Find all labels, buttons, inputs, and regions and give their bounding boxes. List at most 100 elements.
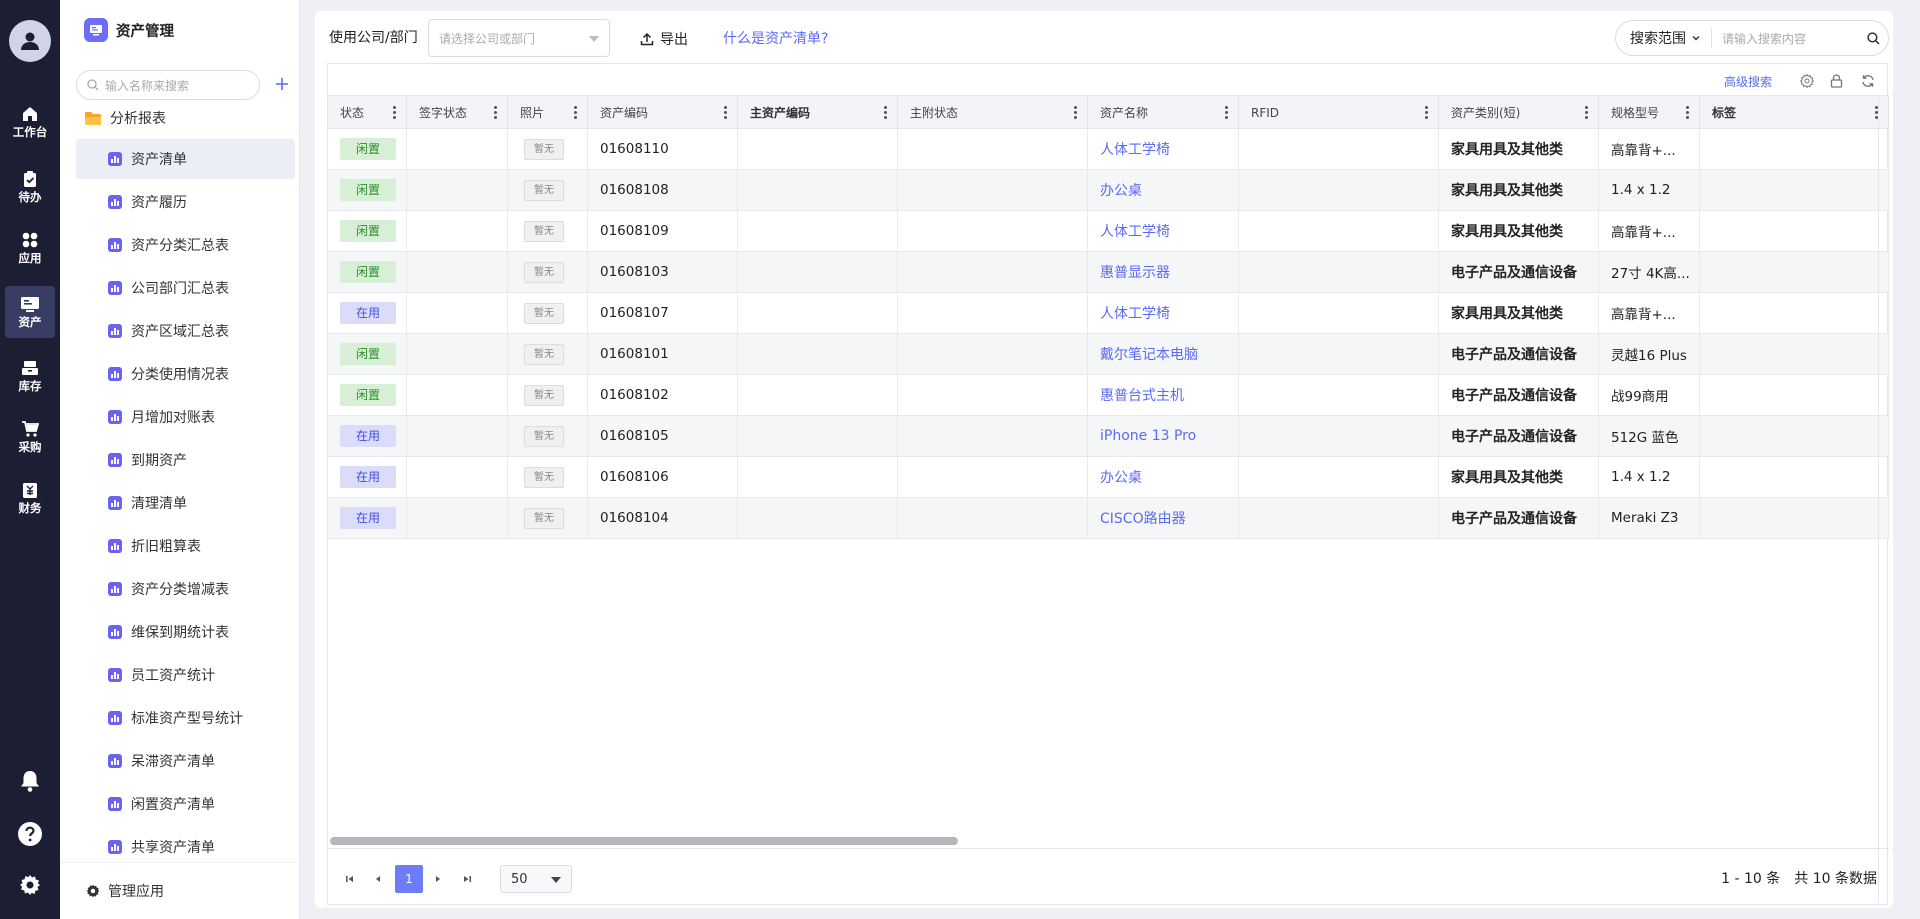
table-cell[interactable]: 办公桌: [1088, 457, 1239, 497]
help-button[interactable]: [15, 819, 45, 849]
sidebar-item[interactable]: 资产分类汇总表: [76, 225, 295, 265]
sidebar-item[interactable]: 资产区域汇总表: [76, 311, 295, 351]
sidebar-item[interactable]: 折旧粗算表: [76, 526, 295, 566]
search-scope-dropdown[interactable]: 搜索范围: [1616, 28, 1712, 48]
column-header[interactable]: 照片: [508, 96, 588, 129]
next-page-button[interactable]: [424, 865, 452, 893]
nav-item-inventory[interactable]: 库存: [5, 350, 55, 402]
sidebar-item[interactable]: 公司部门汇总表: [76, 268, 295, 308]
avatar[interactable]: [9, 20, 51, 62]
page-number-current[interactable]: 1: [395, 865, 423, 893]
column-header[interactable]: 标签: [1700, 96, 1889, 129]
page-size-select[interactable]: 50: [500, 865, 572, 893]
sidebar-item[interactable]: 到期资产: [76, 440, 295, 480]
sidebar-item[interactable]: 资产清单: [76, 139, 295, 179]
column-menu-icon[interactable]: [494, 106, 497, 119]
what-is-asset-list-link[interactable]: 什么是资产清单?: [723, 28, 828, 50]
table-cell[interactable]: 人体工学椅: [1088, 211, 1239, 251]
table-row[interactable]: 在用 暂无 01608104 CISCO路由器 电子产品及通信设备 Meraki Z3: [328, 498, 1889, 539]
column-header[interactable]: 资产名称: [1088, 96, 1239, 129]
company-dept-select[interactable]: 请选择公司或部门: [428, 19, 610, 57]
table-cell[interactable]: iPhone 13 Pro: [1088, 416, 1239, 456]
table-row[interactable]: 闲置 暂无 01608101 戴尔笔记本电脑 电子产品及通信设备 灵越16 Plus: [328, 334, 1889, 375]
sidebar-item[interactable]: 清理清单: [76, 483, 295, 523]
column-settings-button[interactable]: [1800, 74, 1814, 88]
refresh-button[interactable]: [1861, 74, 1875, 88]
search-input[interactable]: 请输入搜索内容: [1712, 30, 1858, 47]
manage-apps-button[interactable]: 管理应用: [60, 862, 300, 919]
folder-analysis-reports[interactable]: 分析报表: [84, 106, 166, 130]
column-menu-icon[interactable]: [1225, 106, 1228, 119]
table-row[interactable]: 闲置 暂无 01608108 办公桌 家具用具及其他类 1.4 x 1.2: [328, 170, 1889, 211]
scrollbar-thumb[interactable]: [330, 837, 958, 845]
sidebar-item[interactable]: 标准资产型号统计: [76, 698, 295, 738]
asset-name-link[interactable]: 惠普台式主机: [1100, 385, 1184, 405]
table-cell[interactable]: 办公桌: [1088, 170, 1239, 210]
nav-item-purchase[interactable]: 采购: [5, 411, 55, 463]
asset-name-link[interactable]: 人体工学椅: [1100, 139, 1170, 159]
sidebar-item[interactable]: 资产履历: [76, 182, 295, 222]
asset-name-link[interactable]: CISCO路由器: [1100, 508, 1186, 528]
asset-name-link[interactable]: 戴尔笔记本电脑: [1100, 344, 1198, 364]
column-header[interactable]: 状态: [328, 96, 407, 129]
asset-name-link[interactable]: 办公桌: [1100, 180, 1142, 200]
asset-name-link[interactable]: 惠普显示器: [1100, 262, 1170, 282]
nav-item-todo[interactable]: 待办: [5, 161, 55, 213]
table-cell[interactable]: 人体工学椅: [1088, 293, 1239, 333]
sidebar-item[interactable]: 闲置资产清单: [76, 784, 295, 824]
advanced-search-link[interactable]: 高级搜索: [1724, 73, 1772, 90]
column-menu-icon[interactable]: [724, 106, 727, 119]
search-button[interactable]: [1858, 31, 1888, 45]
column-menu-icon[interactable]: [1074, 106, 1077, 119]
asset-name-link[interactable]: iPhone 13 Pro: [1100, 428, 1196, 444]
sidebar-item[interactable]: 维保到期统计表: [76, 612, 295, 652]
table-cell[interactable]: 惠普显示器: [1088, 252, 1239, 292]
column-header[interactable]: 资产类别(短): [1439, 96, 1599, 129]
table-cell[interactable]: 惠普台式主机: [1088, 375, 1239, 415]
table-row[interactable]: 闲置 暂无 01608110 人体工学椅 家具用具及其他类 高靠背+...: [328, 129, 1889, 170]
table-cell[interactable]: CISCO路由器: [1088, 498, 1239, 538]
asset-name-link[interactable]: 人体工学椅: [1100, 221, 1170, 241]
asset-name-link[interactable]: 办公桌: [1100, 467, 1142, 487]
column-header[interactable]: 签字状态: [407, 96, 508, 129]
column-menu-icon[interactable]: [1585, 106, 1588, 119]
table-row[interactable]: 闲置 暂无 01608109 人体工学椅 家具用具及其他类 高靠背+...: [328, 211, 1889, 252]
table-cell[interactable]: 戴尔笔记本电脑: [1088, 334, 1239, 374]
nav-item-workbench[interactable]: 工作台: [5, 96, 55, 148]
table-row[interactable]: 闲置 暂无 01608102 惠普台式主机 电子产品及通信设备 战99商用: [328, 375, 1889, 416]
column-menu-icon[interactable]: [1686, 106, 1689, 119]
add-report-button[interactable]: [272, 74, 292, 94]
column-menu-icon[interactable]: [1425, 106, 1428, 119]
table-row[interactable]: 在用 暂无 01608105 iPhone 13 Pro 电子产品及通信设备 512G 蓝…: [328, 416, 1889, 457]
nav-item-apps[interactable]: 应用: [5, 222, 55, 274]
column-menu-icon[interactable]: [574, 106, 577, 119]
column-menu-icon[interactable]: [884, 106, 887, 119]
nav-item-assets[interactable]: 资产: [5, 286, 55, 338]
nav-item-finance[interactable]: 财务: [5, 472, 55, 524]
table-cell[interactable]: 人体工学椅: [1088, 129, 1239, 169]
sidebar-item[interactable]: 月增加对账表: [76, 397, 295, 437]
sidebar-item[interactable]: 资产分类增减表: [76, 569, 295, 609]
prev-page-button[interactable]: [364, 865, 392, 893]
lock-button[interactable]: [1830, 74, 1843, 88]
column-header[interactable]: 主附状态: [898, 96, 1088, 129]
settings-button[interactable]: [15, 870, 45, 900]
sidebar-search-input[interactable]: 输入名称来搜索: [76, 70, 260, 100]
sidebar-item[interactable]: 员工资产统计: [76, 655, 295, 695]
last-page-button[interactable]: [453, 865, 481, 893]
column-header[interactable]: 资产编码: [588, 96, 738, 129]
export-button[interactable]: 导出: [640, 28, 688, 50]
column-header[interactable]: 规格型号: [1599, 96, 1700, 129]
column-header[interactable]: 主资产编码: [738, 96, 898, 129]
first-page-button[interactable]: [336, 865, 364, 893]
asset-name-link[interactable]: 人体工学椅: [1100, 303, 1170, 323]
sidebar-item[interactable]: 呆滞资产清单: [76, 741, 295, 781]
table-row[interactable]: 在用 暂无 01608107 人体工学椅 家具用具及其他类 高靠背+...: [328, 293, 1889, 334]
horizontal-scrollbar[interactable]: [330, 836, 1878, 846]
sidebar-item[interactable]: 分类使用情况表: [76, 354, 295, 394]
sidebar-item[interactable]: 共享资产清单: [76, 827, 295, 867]
table-row[interactable]: 闲置 暂无 01608103 惠普显示器 电子产品及通信设备 27寸 4K高...: [328, 252, 1889, 293]
notification-button[interactable]: [15, 766, 45, 796]
table-row[interactable]: 在用 暂无 01608106 办公桌 家具用具及其他类 1.4 x 1.2: [328, 457, 1889, 498]
column-menu-icon[interactable]: [393, 106, 396, 119]
